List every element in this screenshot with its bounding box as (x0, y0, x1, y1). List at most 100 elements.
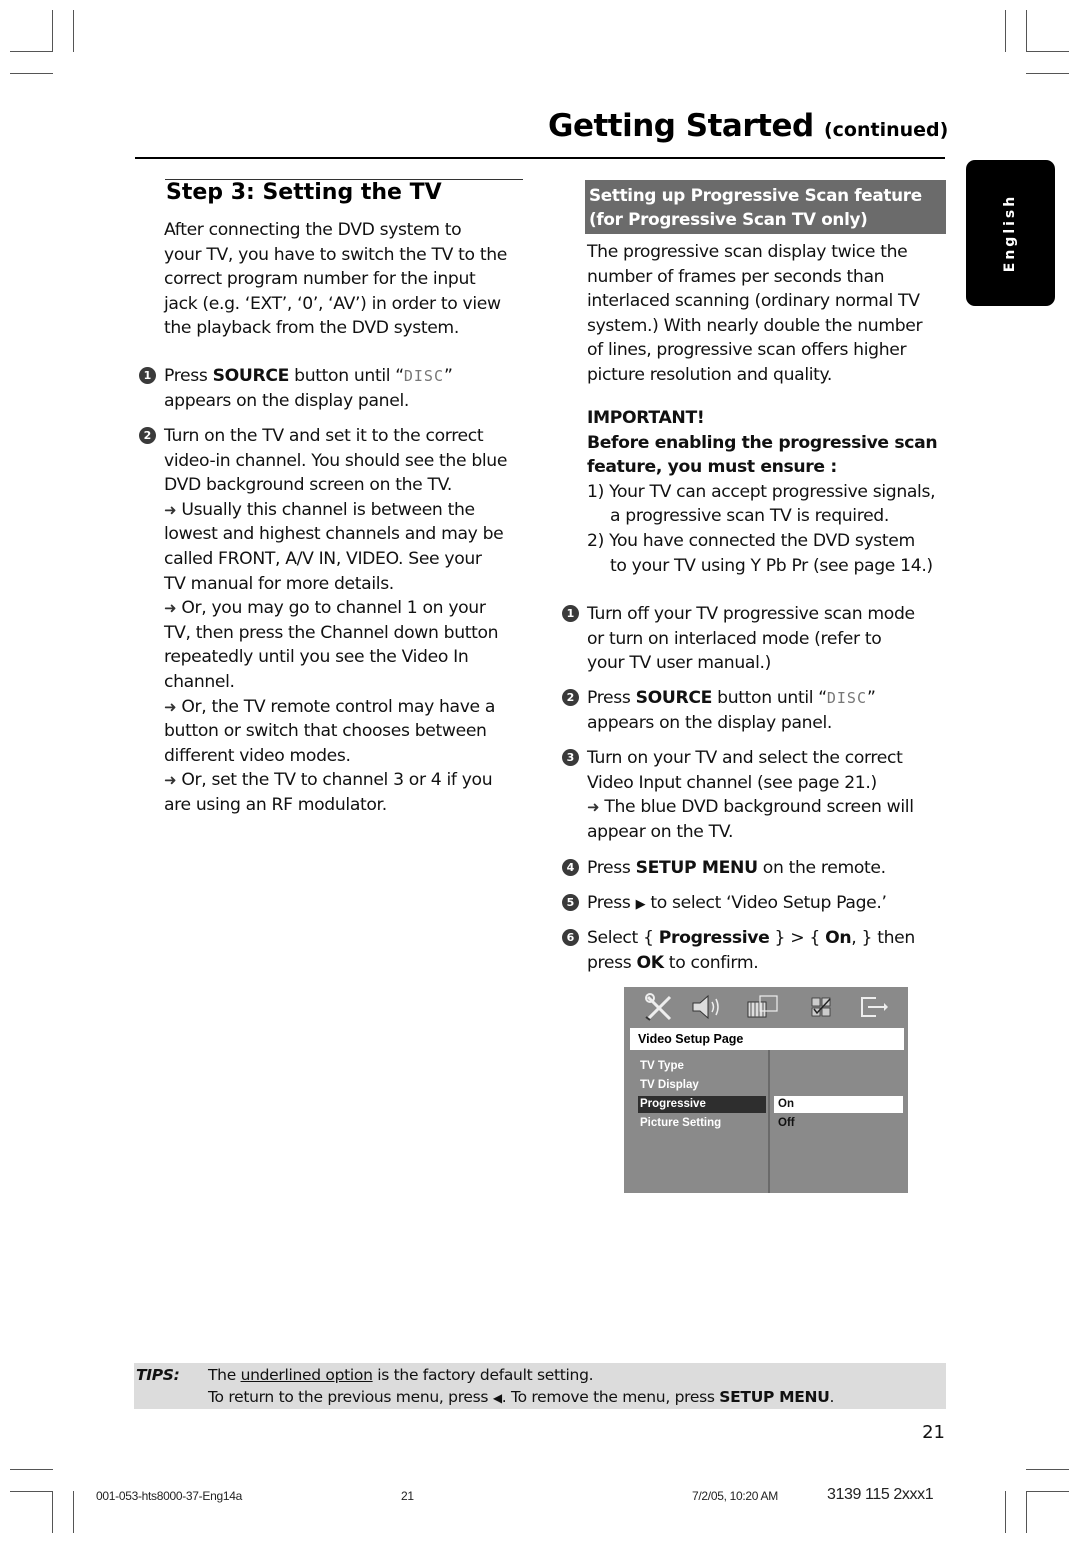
step-line: Press SOURCE button until “DISC” (164, 364, 534, 389)
text: press (587, 952, 637, 973)
tips-box: TIPS: The underlined option is the facto… (134, 1363, 946, 1409)
note-line: button or switch that chooses between (164, 721, 487, 742)
setup-menu-key: SETUP MENU (719, 1388, 830, 1406)
osd-menu-item-progressive[interactable]: Progressive (638, 1096, 766, 1113)
text: to confirm. (663, 952, 759, 973)
note-line: ➜ Or, the TV remote control may have a (164, 695, 534, 720)
crop-mark (1026, 73, 1069, 74)
text: Usually this channel is between the (181, 499, 475, 520)
crop-mark (1026, 10, 1027, 52)
section-title-line: Setting up Progressive Scan feature (589, 185, 922, 205)
text: Or, you may go to channel 1 on your (181, 598, 486, 619)
step-line: appears on the display panel. (164, 390, 409, 411)
progressive-key: Progressive (658, 928, 770, 948)
arrow-icon: ➜ (164, 697, 177, 716)
crop-mark (73, 1491, 74, 1533)
general-setup-icon[interactable] (642, 993, 676, 1021)
step-number-badge: 5 (562, 894, 579, 911)
note-line: TV, then press the Channel down button (164, 622, 499, 643)
note-line: ➜ The blue DVD background screen will (587, 795, 957, 820)
crop-mark (1026, 1491, 1069, 1492)
step-line: Video Input channel (see page 21.) (587, 772, 877, 793)
right-step-5: 5 Press ▶ to select ‘Video Setup Page.’ (562, 891, 957, 918)
step-heading: Step 3: Setting the TV (166, 180, 442, 205)
tips-line-2: To return to the previous menu, press ◀.… (208, 1386, 834, 1409)
text: . (829, 1388, 835, 1406)
text: Your TV can accept progressive signals, (609, 481, 936, 502)
step-line: or turn on interlaced mode (refer to (587, 628, 882, 649)
lcd-display-text: DISC (826, 689, 867, 707)
crop-mark (1005, 10, 1006, 52)
ok-key: OK (636, 952, 664, 973)
requirement-line: 1) Your TV can accept progressive signal… (587, 480, 957, 505)
step-number-badge: 1 (562, 605, 579, 622)
crop-mark (52, 1491, 53, 1533)
video-setup-osd: Video Setup Page TV Type TV Display Prog… (624, 987, 908, 1193)
crop-mark (73, 10, 74, 52)
audio-setup-icon[interactable] (690, 993, 724, 1021)
crop-mark (10, 1469, 53, 1470)
note-line: appear on the TV. (587, 821, 734, 842)
note-line: channel. (164, 671, 235, 692)
tips-label: TIPS: (136, 1366, 180, 1384)
exit-icon[interactable] (856, 993, 890, 1021)
important-sub-line: Before enabling the progressive scan (587, 432, 938, 453)
osd-option-off[interactable]: Off (774, 1115, 903, 1132)
intro-line: interlaced scanning (ordinary normal TV (587, 291, 920, 312)
text: Select { (587, 928, 659, 948)
video-setup-icon[interactable] (746, 993, 780, 1021)
note-line: called FRONT, A/V IN, VIDEO. See your (164, 548, 482, 569)
note-line: repeatedly until you see the Video In (164, 647, 469, 668)
step-line: press OK to confirm. (587, 951, 957, 976)
left-arrow-icon: ◀ (492, 1391, 502, 1405)
text: Press (164, 366, 213, 386)
osd-option-on[interactable]: On (774, 1096, 903, 1113)
note-line: different video modes. (164, 745, 351, 766)
important-sub-line: feature, you must ensure : (587, 457, 837, 478)
footer-code: 3139 115 2xxx1 (827, 1486, 934, 1503)
text: Press (587, 688, 636, 708)
crop-mark (10, 73, 53, 74)
intro-line: number of frames per seconds than (587, 266, 885, 287)
requirement-line: 2) You have connected the DVD system (587, 529, 957, 554)
step-number-badge: 1 (139, 367, 156, 384)
section-title-line: (for Progressive Scan TV only) (589, 209, 868, 229)
list-marker: 2) (587, 530, 604, 551)
text: to select ‘Video Setup Page.’ (645, 893, 887, 913)
arrow-icon: ➜ (164, 500, 177, 519)
language-tab-label: English (1002, 193, 1018, 273)
note-line: are using an RF modulator. (164, 794, 387, 815)
right-step-1: 1 Turn off your TV progressive scan mode… (562, 602, 957, 676)
step-number-badge: 2 (139, 427, 156, 444)
osd-menu-item-tv-type[interactable]: TV Type (638, 1058, 766, 1075)
osd-divider (768, 1050, 770, 1193)
text: . To remove the menu, press (501, 1388, 720, 1406)
step-line: Press SETUP MENU on the remote. (587, 856, 957, 881)
right-arrow-icon: ▶ (635, 897, 646, 912)
osd-menu-item-tv-display[interactable]: TV Display (638, 1077, 766, 1094)
right-intro: The progressive scan display twice the n… (587, 240, 957, 388)
step-line: Turn on the TV and set it to the correct (164, 426, 484, 446)
note-line: ➜ Or, set the TV to channel 3 or 4 if yo… (164, 768, 534, 793)
crop-mark (1005, 1491, 1006, 1533)
crop-mark (10, 1491, 53, 1492)
intro-line: The progressive scan display twice the (587, 242, 908, 262)
footer-page: 21 (401, 1489, 414, 1503)
text: The (208, 1366, 241, 1384)
on-key: On (825, 928, 852, 948)
preference-setup-icon[interactable] (804, 993, 838, 1021)
source-key: SOURCE (635, 688, 713, 708)
language-tab: English (966, 160, 1055, 306)
footer-file-name: 001-053-hts8000-37-Eng14a (96, 1489, 242, 1503)
step-line: video-in channel. You should see the blu… (164, 450, 508, 471)
note-line: ➜ Usually this channel is between the (164, 498, 534, 523)
intro-line: your TV, you have to switch the TV to th… (164, 244, 507, 265)
text: Press (587, 893, 636, 913)
text: , } then (851, 928, 915, 948)
underlined-option-example: underlined option (240, 1366, 373, 1384)
intro-line: picture resolution and quality. (587, 364, 833, 385)
step-line: your TV user manual.) (587, 653, 771, 674)
text: ” (443, 366, 453, 386)
text: button until “ (712, 688, 827, 708)
osd-menu-item-picture-setting[interactable]: Picture Setting (638, 1115, 766, 1132)
